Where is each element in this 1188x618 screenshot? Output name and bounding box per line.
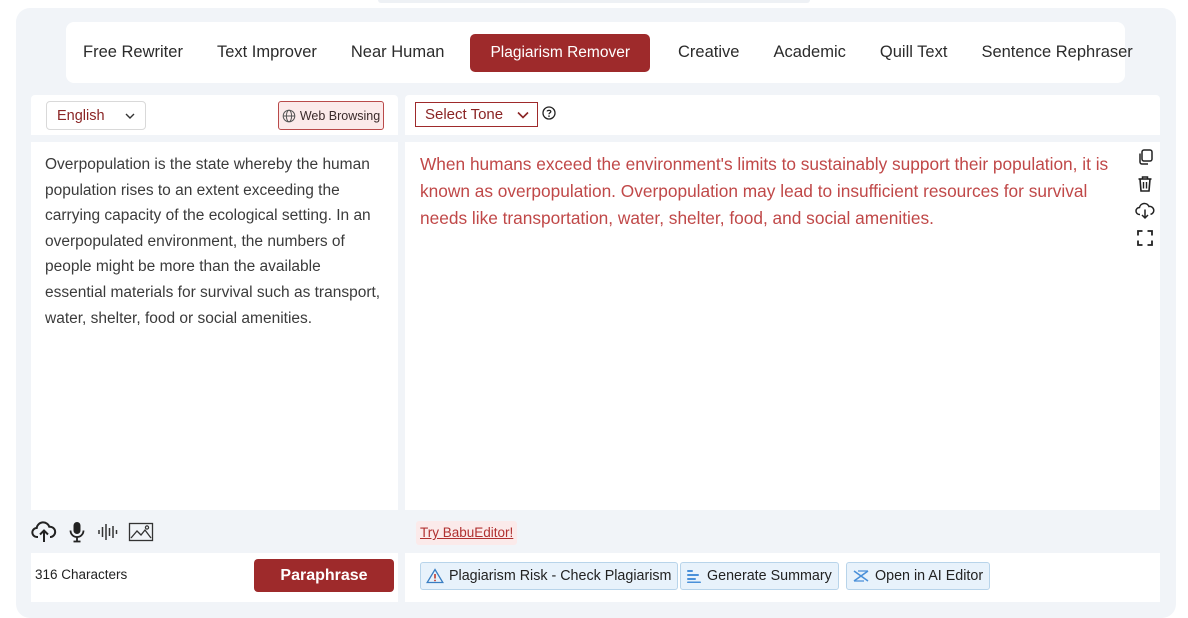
- character-count: 316 Characters: [35, 567, 128, 582]
- open-ai-editor-button[interactable]: Open in AI Editor: [846, 562, 991, 590]
- input-footer: 316 Characters Paraphrase: [31, 553, 398, 602]
- download-cloud-icon[interactable]: [1135, 202, 1155, 220]
- microphone-icon[interactable]: [66, 520, 88, 544]
- help-icon[interactable]: [542, 106, 556, 120]
- trash-icon[interactable]: [1135, 175, 1155, 193]
- output-text-area[interactable]: When humans exceed the environment's lim…: [405, 142, 1160, 510]
- input-tools: [31, 519, 154, 545]
- summary-icon: [686, 568, 702, 584]
- tab-quill-text[interactable]: Quill Text: [880, 43, 948, 62]
- tone-select[interactable]: Select Tone: [415, 102, 538, 127]
- tab-plagiarism-remover[interactable]: Plagiarism Remover: [470, 33, 650, 72]
- input-text-area[interactable]: Overpopulation is the state whereby the …: [31, 142, 398, 510]
- upload-cloud-icon[interactable]: [31, 520, 57, 544]
- tab-free-rewriter[interactable]: Free Rewriter: [83, 43, 183, 62]
- copy-icon[interactable]: [1135, 148, 1155, 166]
- mode-tabbar: Free Rewriter Text Improver Near Human P…: [66, 22, 1133, 83]
- plagiarism-check-label: Plagiarism Risk - Check Plagiarism: [449, 568, 672, 584]
- top-edge-bar: [378, 0, 810, 3]
- tab-near-human[interactable]: Near Human: [351, 43, 445, 62]
- image-icon[interactable]: [128, 521, 154, 543]
- output-footer: Plagiarism Risk - Check Plagiarism Gener…: [405, 553, 1160, 602]
- plagiarism-check-button[interactable]: Plagiarism Risk - Check Plagiarism: [420, 562, 679, 590]
- globe-icon: [282, 109, 296, 123]
- fullscreen-icon[interactable]: [1135, 229, 1155, 247]
- paraphrase-button[interactable]: Paraphrase: [254, 559, 394, 592]
- language-select[interactable]: English: [46, 101, 146, 130]
- tab-creative[interactable]: Creative: [678, 43, 739, 62]
- tab-text-improver[interactable]: Text Improver: [217, 43, 317, 62]
- output-actions: [1134, 148, 1156, 247]
- generate-summary-label: Generate Summary: [707, 568, 832, 584]
- web-browsing-button[interactable]: Web Browsing: [278, 101, 384, 130]
- tab-sentence-rephraser[interactable]: Sentence Rephraser: [981, 43, 1132, 62]
- web-browsing-label: Web Browsing: [299, 108, 381, 123]
- tab-academic[interactable]: Academic: [773, 43, 845, 62]
- output-toolbar: Select Tone: [405, 95, 1160, 135]
- chevron-down-icon: [516, 108, 530, 122]
- chevron-down-icon: [124, 110, 136, 122]
- tone-select-value: Select Tone: [425, 106, 504, 123]
- open-ai-editor-label: Open in AI Editor: [875, 568, 984, 584]
- input-toolbar: English Web Browsing: [31, 95, 398, 135]
- language-select-value: English: [57, 107, 105, 124]
- audio-wave-icon[interactable]: [97, 521, 119, 543]
- warning-icon: [426, 568, 444, 584]
- ai-editor-icon: [852, 568, 870, 584]
- generate-summary-button[interactable]: Generate Summary: [680, 562, 839, 590]
- try-babueditor-link[interactable]: Try BabuEditor!: [416, 521, 518, 545]
